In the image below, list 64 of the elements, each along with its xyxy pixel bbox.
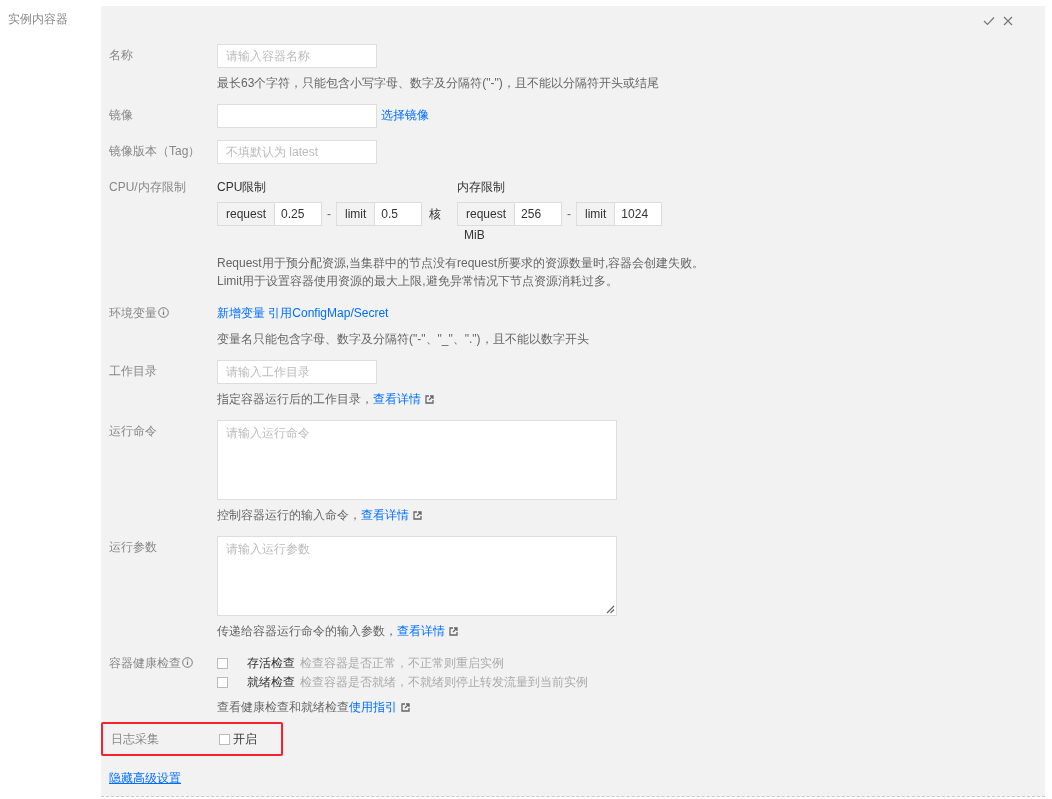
field-label: 运行参数 (109, 540, 157, 554)
field-label: 容器健康检查 (109, 656, 181, 670)
checkbox[interactable] (217, 677, 228, 688)
hint-text: 最长63个字符，只能包含小写字母、数字及分隔符("-")，且不能以分隔符开头或结尾 (217, 76, 659, 90)
range-separator: - (567, 207, 572, 221)
group-title: 内存限制 (457, 180, 505, 194)
external-link-icon[interactable] (413, 511, 422, 520)
field-label: 名称 (109, 48, 133, 62)
field-label: 运行命令 (109, 424, 157, 438)
text-field[interactable]: 请输入工作目录 (217, 360, 377, 384)
external-link-icon[interactable] (449, 627, 458, 636)
range-separator: - (327, 207, 332, 221)
hint-text: 控制容器运行的输入命令， (217, 508, 361, 522)
select-image-link[interactable]: 选择镜像 (381, 108, 429, 123)
checkbox[interactable] (217, 658, 228, 669)
hint-text: 变量名只能包含字母、数字及分隔符("-"、"_"、".")，且不能以数字开头 (217, 332, 589, 346)
field-label: 环境变量 (109, 306, 157, 320)
checkbox-label[interactable]: 开启 (233, 730, 257, 748)
hint-text: 指定容器运行后的工作目录， (217, 392, 373, 406)
text-field[interactable]: 不填默认为 latest (217, 140, 377, 164)
hide-advanced-link[interactable]: 隐藏高级设置 (109, 770, 181, 787)
details-link[interactable]: 查看详情 (373, 392, 421, 406)
option-label: 就绪检查 (247, 674, 295, 691)
hint-text: 传递给容器运行命令的输入参数， (217, 624, 397, 638)
text-area[interactable]: 请输入运行参数 (217, 536, 617, 616)
group-title: CPU限制 (217, 180, 267, 194)
field-label: 镜像 (109, 108, 133, 122)
close-icon[interactable] (1003, 16, 1013, 26)
action-link[interactable]: 引用ConfigMap/Secret (268, 306, 389, 320)
request-addon: request (217, 202, 276, 226)
text-field[interactable] (217, 104, 377, 128)
info-icon[interactable] (182, 657, 193, 668)
limit-addon: limit (576, 202, 616, 226)
resize-handle-icon[interactable] (606, 605, 615, 614)
unit-label: 核 (429, 206, 442, 223)
hint-text: Limit用于设置容器使用资源的最大上限,避免异常情况下节点资源消耗过多。 (217, 274, 618, 288)
field-label: CPU/内存限制 (109, 180, 186, 194)
action-link[interactable]: 新增变量 (217, 306, 265, 320)
request-addon: request (457, 202, 516, 226)
section-label: 实例内容器 (8, 12, 68, 26)
details-link[interactable]: 使用指引 (349, 700, 397, 714)
unit-label: MiB (464, 227, 485, 244)
field-label: 日志采集 (111, 732, 159, 746)
limit-field[interactable]: 0.5 (375, 202, 423, 226)
limit-field[interactable]: 1024 (615, 202, 663, 226)
info-icon[interactable] (158, 307, 169, 318)
hint-text: Request用于预分配资源,当集群中的节点没有request所要求的资源数量时,容器会创建失败。 (217, 256, 705, 270)
request-field[interactable]: 0.25 (275, 202, 323, 226)
field-label: 镜像版本（Tag） (109, 144, 201, 158)
external-link-icon[interactable] (425, 395, 434, 404)
text-field[interactable]: 请输入容器名称 (217, 44, 377, 68)
option-description: 检查容器是否正常，不正常则重启实例 (300, 655, 504, 672)
text-area[interactable]: 请输入运行命令 (217, 420, 617, 500)
confirm-icon[interactable] (983, 16, 995, 26)
limit-addon: limit (336, 202, 376, 226)
option-description: 检查容器是否就绪，不就绪则停止转发流量到当前实例 (300, 674, 588, 691)
field-label: 工作目录 (109, 364, 157, 378)
details-link[interactable]: 查看详情 (397, 624, 445, 638)
option-label: 存活检查 (247, 655, 295, 672)
checkbox[interactable] (219, 733, 230, 745)
hint-text: 查看健康检查和就绪检查 (217, 700, 349, 714)
request-field[interactable]: 256 (515, 202, 563, 226)
external-link-icon[interactable] (401, 703, 410, 712)
details-link[interactable]: 查看详情 (361, 508, 409, 522)
